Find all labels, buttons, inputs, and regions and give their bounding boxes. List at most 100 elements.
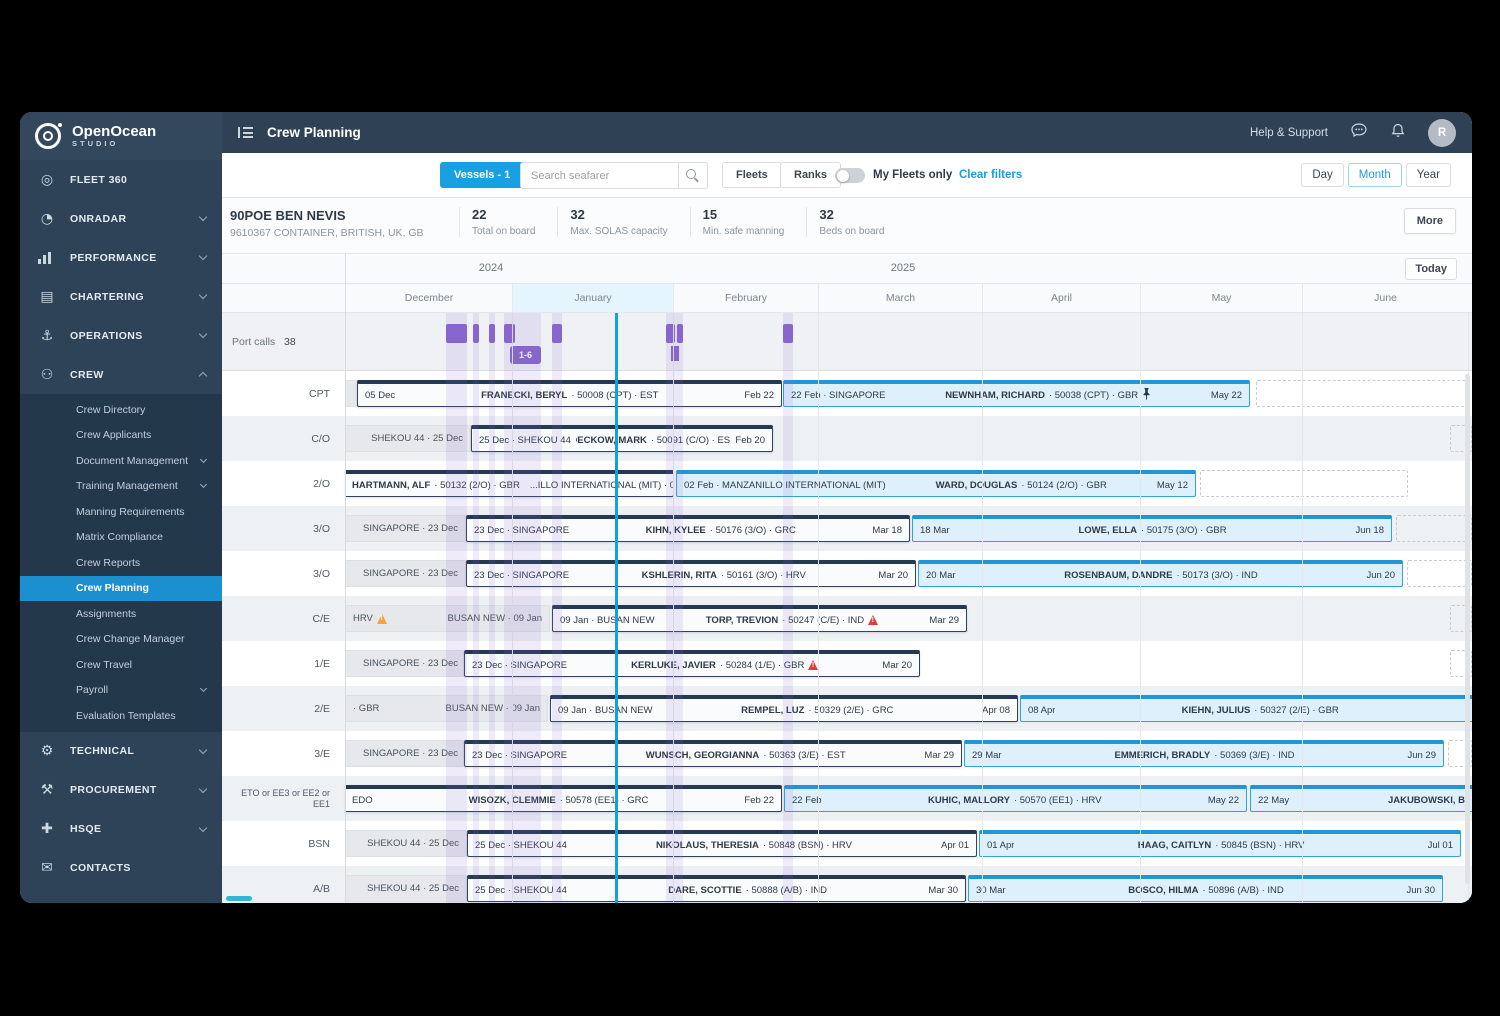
bar-left-text: 23 Dec · SINGAPORE (472, 659, 568, 671)
bar-left-text: 09 Jan · BUSAN NEW (560, 614, 655, 626)
sidebar-item-chartering[interactable]: ▤ CHARTERING (20, 277, 222, 316)
assignment-bar-onboard[interactable]: 23 Dec · SINGAPORE WUNSCH, GEORGIANNA · 5… (464, 740, 962, 767)
month-february[interactable]: February (673, 284, 818, 312)
month-june[interactable]: June (1302, 284, 1468, 312)
sidebar-item-crew-applicants[interactable]: Crew Applicants (20, 423, 222, 449)
sidebar-item-crew-planning[interactable]: Crew Planning (20, 575, 222, 601)
sidebar-item-onradar[interactable]: ◔ ONRADAR (20, 199, 222, 238)
more-button[interactable]: More (1403, 208, 1456, 234)
assignment-bar-planned[interactable]: 22 May JAKUBOWSKI, B (1250, 785, 1472, 812)
sidebar-item-label: FLEET 360 (70, 173, 128, 186)
page-menu-icon[interactable] (238, 127, 253, 138)
sidebar-item-fleet-360[interactable]: ◎ FLEET 360 (20, 160, 222, 199)
assignment-bar-grey[interactable]: SINGAPORE · 23 Dec (345, 515, 466, 542)
sidebar-subitem-label: Crew Reports (76, 556, 141, 569)
assignment-bar-grey[interactable]: SHEKOU 44 · 25 Dec (345, 425, 471, 452)
port-call-bar[interactable] (671, 346, 679, 361)
sidebar-item-training-management[interactable]: Training Management (20, 474, 222, 500)
assignment-bar-grey[interactable]: SINGAPORE · 23 Dec (345, 740, 464, 767)
assignment-bar-planned[interactable]: 22 Feb · SINGAPORE NEWNHAM, RICHARD · 500… (783, 380, 1250, 407)
fleets-filter-button[interactable]: Fleets (722, 162, 782, 188)
sidebar-item-label: CONTACTS (70, 862, 131, 874)
assignment-bar-grey[interactable]: SHEKOU 44 · 25 Dec (345, 830, 467, 857)
port-call-range-badge[interactable]: 1-6 (510, 346, 541, 364)
assignment-bar-onboard[interactable]: 05 Dec FRANECKI, BERYL · 50008 (CPT) · ES… (357, 380, 782, 407)
assignment-bar-grey[interactable]: · GBR BUSAN NEW · 09 Jan (345, 695, 548, 722)
sidebar-item-operations[interactable]: ⚓ OPERATIONS (20, 316, 222, 355)
bar-right-text: Jun 30 (1406, 884, 1435, 896)
my-fleets-toggle[interactable] (835, 168, 865, 183)
chartering-icon: ▤ (40, 288, 54, 305)
notifications-bell-icon[interactable] (1390, 122, 1406, 144)
assignment-bar-planned[interactable]: 20 Mar ROSENBAUM, DANDRE · 50173 (3/O) · … (918, 560, 1403, 587)
assignment-bar-planned[interactable]: 30 Mar BOSCO, HILMA · 50896 (A/B) · IND Ju… (968, 875, 1443, 902)
sidebar-item-document-management[interactable]: Document Management (20, 448, 222, 474)
assignment-bar-onboard[interactable]: 25 Dec · SHEKOU 44 DARE, SCOTTIE · 50888 … (467, 875, 966, 902)
assignment-bar-onboard[interactable]: 23 Dec · SINGAPORE KIHN, KYLEE · 50176 (3… (466, 515, 910, 542)
sidebar-item-hsqe[interactable]: ✚ HSQE (20, 810, 222, 849)
bar-left-text: 08 Apr (1028, 704, 1056, 716)
sidebar-item-crew-reports[interactable]: Crew Reports (20, 550, 222, 576)
sidebar-item-manning-requirements[interactable]: Manning Requirements (20, 499, 222, 525)
month-january[interactable]: January (512, 284, 673, 312)
month-march[interactable]: March (818, 284, 982, 312)
port-call-bar[interactable] (666, 324, 675, 343)
view-month-button[interactable]: Month (1347, 163, 1402, 187)
sidebar-item-matrix-compliance[interactable]: Matrix Compliance (20, 525, 222, 551)
assignment-bar-onboard[interactable]: 25 Dec · SHEKOU 44 NIKOLAUS, THERESIA · 5… (467, 830, 977, 857)
assignment-bar-grey[interactable]: SHEKOU 44 · 25 Dec (345, 875, 467, 902)
assignment-bar-onboard[interactable]: HARTMANN, ALF · 50132 (2/O) · GBR ...ILLO… (345, 470, 674, 497)
vessels-filter-button[interactable]: Vessels - 1 (440, 162, 525, 188)
assignment-bar-grey[interactable]: HRV BUSAN NEW · 09 Jan (345, 605, 550, 632)
assignment-bar-grey[interactable]: SINGAPORE · 23 Dec (345, 650, 464, 677)
view-year-button[interactable]: Year (1405, 163, 1451, 187)
month-december[interactable]: December (345, 284, 512, 312)
help-support-link[interactable]: Help & Support (1250, 127, 1328, 139)
port-call-bar[interactable] (783, 324, 793, 343)
sidebar-item-crew-travel[interactable]: Crew Travel (20, 652, 222, 678)
search-icon[interactable] (686, 169, 699, 182)
sidebar-item-contacts[interactable]: ✉ CONTACTS (20, 849, 222, 888)
user-avatar[interactable]: R (1428, 118, 1456, 147)
assignment-bar-onboard[interactable]: 25 Dec · SHEKOU 44 DECKOW, MARK · 50091 (… (471, 425, 773, 452)
assignment-bar-onboard[interactable]: 09 Jan · BUSAN NEW TORP, TREVION · 50247 … (552, 605, 967, 632)
port-call-bar[interactable] (446, 324, 467, 343)
seafarer-name: BOSCO, HILMA (1128, 884, 1199, 896)
assignment-bar-onboard[interactable]: 09 Jan · BUSAN NEW REMPEL, LUZ · 50329 (2… (550, 695, 1018, 722)
search-input[interactable] (529, 168, 678, 183)
sidebar-item-crew-directory[interactable]: Crew Directory (20, 397, 222, 423)
port-call-bar[interactable] (504, 324, 515, 343)
assignment-bar-planned[interactable]: 08 Apr KIEHN, JULIUS · 50327 (2/E) · GBR (1020, 695, 1472, 722)
assignment-bar-onboard[interactable]: EDO WISOZK, CLEMMIE · 50578 (EE1) · GRC Fe… (345, 785, 782, 812)
month-april[interactable]: April (982, 284, 1140, 312)
sidebar-item-technical[interactable]: ⚙ TECHNICAL (20, 732, 222, 771)
chat-icon[interactable] (1350, 122, 1368, 143)
sidebar-item-crew-change-manager[interactable]: Crew Change Manager (20, 627, 222, 653)
port-call-bar[interactable] (552, 324, 562, 343)
assignment-bar-planned[interactable]: 01 Apr HAAG, CAITLYN · 50845 (BSN) · HRV J… (979, 830, 1461, 857)
sidebar-item-payroll[interactable]: Payroll (20, 678, 222, 704)
ranks-filter-button[interactable]: Ranks (780, 162, 842, 188)
assignment-bar-grey[interactable]: SINGAPORE · 23 Dec (345, 560, 466, 587)
assignment-bar-onboard[interactable]: 23 Dec · SINGAPORE KSHLERIN, RITA · 50161… (466, 560, 916, 587)
month-may[interactable]: May (1140, 284, 1302, 312)
port-calls-label: Port calls (232, 336, 276, 348)
horizontal-scrollbar-thumb[interactable] (226, 896, 252, 901)
port-call-bar[interactable] (473, 324, 479, 343)
assignment-bar-planned[interactable]: 18 Mar LOWE, ELLA · 50175 (3/O) · GBR Jun … (912, 515, 1392, 542)
today-button[interactable]: Today (1405, 258, 1457, 280)
sidebar-item-procurement[interactable]: ⚒ PROCUREMENT (20, 771, 222, 810)
clear-filters-link[interactable]: Clear filters (959, 169, 1022, 181)
port-call-bar[interactable] (677, 324, 683, 343)
assignment-bar-onboard[interactable]: 23 Dec · SINGAPORE KERLUKE, JAVIER · 5028… (464, 650, 920, 677)
port-call-bar[interactable] (489, 324, 495, 343)
assignment-bar-planned[interactable]: 29 Mar EMMERICH, BRADLY · 50369 (3/E) · I… (964, 740, 1444, 767)
assignment-bar-planned[interactable]: 02 Feb · MANZANILLO INTERNATIONAL (MIT) W… (676, 470, 1196, 497)
sidebar-item-crew[interactable]: ⚇ CREW (20, 355, 222, 394)
view-day-button[interactable]: Day (1301, 163, 1344, 187)
sidebar-item-performance[interactable]: PERFORMANCE (20, 238, 222, 277)
vertical-scrollbar-thumb[interactable] (1465, 374, 1470, 884)
sidebar-item-assignments[interactable]: Assignments (20, 601, 222, 627)
sidebar-item-evaluation-templates[interactable]: Evaluation Templates (20, 703, 222, 729)
assignment-bar-planned[interactable]: 22 Feb KUHIC, MALLORY · 50570 (EE1) · HRV… (784, 785, 1247, 812)
